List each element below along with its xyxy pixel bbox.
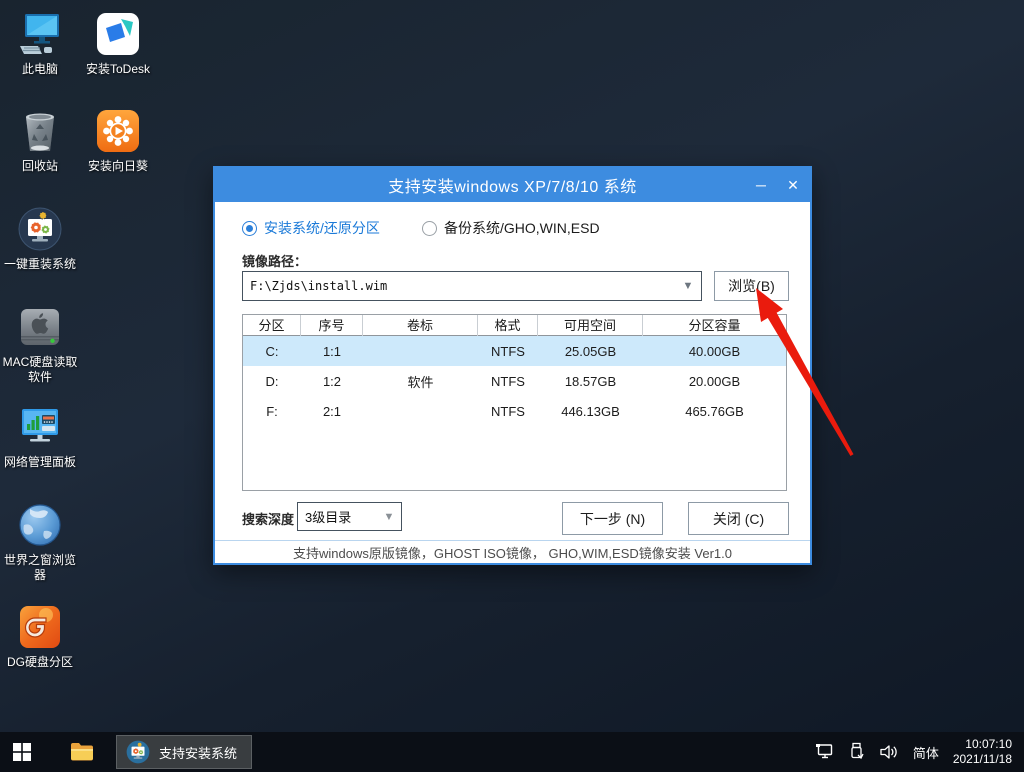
time-text: 10:07:10 xyxy=(953,737,1012,752)
desktop-icon-mac-disk[interactable]: MAC硬盘读取软件 xyxy=(2,303,78,385)
start-button[interactable] xyxy=(0,732,44,772)
desktop-icon-label: 安装向日葵 xyxy=(88,159,148,174)
taskbar-item-installer[interactable]: 支持安装系统 xyxy=(116,735,252,769)
diskgenius-icon xyxy=(16,603,64,651)
close-button[interactable]: ✕ xyxy=(784,177,802,194)
network-panel-icon xyxy=(16,403,64,451)
col-partition: 分区 xyxy=(243,315,301,336)
dialog-footer-text: 支持windows原版镜像，GHOST ISO镜像， GHO,WIM,ESD镜像… xyxy=(215,540,810,563)
desktop-icon-todesk[interactable]: 安装ToDesk xyxy=(80,10,156,77)
dialog-titlebar[interactable]: 支持安装windows XP/7/8/10 系统 ─ ✕ xyxy=(215,168,810,202)
recycle-bin-icon xyxy=(16,107,64,155)
desktop-icon-label: DG硬盘分区 xyxy=(7,655,73,670)
search-depth-label: 搜索深度 xyxy=(242,509,294,528)
taskbar-item-label: 支持安装系统 xyxy=(159,743,237,762)
desktop-icon-recycle-bin[interactable]: 回收站 xyxy=(2,107,78,174)
partition-table-header: 分区 序号 卷标 格式 可用空间 分区容量 xyxy=(243,315,786,336)
desktop-icon-label: 回收站 xyxy=(22,159,58,174)
col-volume: 卷标 xyxy=(363,315,478,336)
col-capacity: 分区容量 xyxy=(643,315,786,336)
folder-icon xyxy=(70,742,94,762)
desktop-icon-sunflower[interactable]: 安装向日葵 xyxy=(80,107,156,174)
radio-install-restore[interactable]: 安装系统/还原分区 xyxy=(242,218,380,238)
installer-dialog: 支持安装windows XP/7/8/10 系统 ─ ✕ 安装系统/还原分区 备… xyxy=(213,166,812,565)
table-row-f[interactable]: F: 2:1 NTFS 446.13GB 465.76GB xyxy=(243,396,786,426)
radio-backup[interactable]: 备份系统/GHO,WIN,ESD xyxy=(422,218,600,238)
desktop-icon-label: 一键重装系统 xyxy=(4,257,76,272)
desktop-icon-label: MAC硬盘读取软件 xyxy=(2,355,78,385)
sunflower-icon xyxy=(94,107,142,155)
clock[interactable]: 10:07:10 2021/11/18 xyxy=(947,737,1024,767)
table-row-c[interactable]: C: 1:1 NTFS 25.05GB 40.00GB xyxy=(243,336,786,366)
windows-logo-icon xyxy=(13,743,31,761)
desktop-icon-label: 世界之窗浏览器 xyxy=(2,553,78,583)
desktop-icon-network-panel[interactable]: 网络管理面板 xyxy=(2,403,78,470)
search-depth-value: 3级目录 xyxy=(298,507,377,526)
mac-disk-reader-icon xyxy=(16,303,64,351)
image-path-value: F:\Zjds\install.wim xyxy=(243,279,675,293)
date-text: 2021/11/18 xyxy=(953,752,1012,767)
image-path-combobox[interactable]: F:\Zjds\install.wim ▼ xyxy=(242,271,702,301)
desktop-icon-this-pc[interactable]: 此电脑 xyxy=(2,10,78,77)
installer-task-icon xyxy=(125,739,151,765)
desktop-icon-world-browser[interactable]: 世界之窗浏览器 xyxy=(2,501,78,583)
minimize-button[interactable]: ─ xyxy=(752,177,770,193)
col-format: 格式 xyxy=(478,315,538,336)
usb-tray-icon[interactable] xyxy=(841,732,873,772)
volume-tray-icon[interactable] xyxy=(873,732,905,772)
desktop-icon-reinstall[interactable]: 一键重装系统 xyxy=(2,205,78,272)
language-indicator[interactable]: 简体 xyxy=(905,743,947,762)
close-dialog-button[interactable]: 关闭 (C) xyxy=(688,502,789,535)
combobox-dropdown-icon[interactable]: ▼ xyxy=(675,280,701,292)
taskbar: 支持安装系统 简体 10:07: xyxy=(0,732,1024,772)
image-path-label: 镜像路径： xyxy=(242,251,307,270)
browse-button[interactable]: 浏览(B) xyxy=(714,271,789,301)
select-dropdown-icon: ▼ xyxy=(377,511,401,523)
desktop-icon-label: 网络管理面板 xyxy=(4,455,76,470)
radio-backup-label: 备份系统/GHO,WIN,ESD xyxy=(444,218,600,238)
one-key-reinstall-icon xyxy=(16,205,64,253)
desktop-icon-dg-partition[interactable]: DG硬盘分区 xyxy=(2,603,78,670)
file-explorer-button[interactable] xyxy=(60,732,104,772)
desktop-icon-label: 此电脑 xyxy=(22,62,58,77)
dialog-title: 支持安装windows XP/7/8/10 系统 xyxy=(388,173,637,197)
radio-selected-icon xyxy=(242,221,257,236)
search-depth-select[interactable]: 3级目录 ▼ xyxy=(297,502,402,531)
partition-table: 分区 序号 卷标 格式 可用空间 分区容量 C: 1:1 NTFS 25.05G… xyxy=(242,314,787,491)
radio-unselected-icon xyxy=(422,221,437,236)
table-row-d[interactable]: D: 1:2 软件 NTFS 18.57GB 20.00GB xyxy=(243,366,786,396)
world-window-browser-icon xyxy=(16,501,64,549)
col-index: 序号 xyxy=(301,315,363,336)
todesk-icon xyxy=(94,10,142,58)
radio-install-label: 安装系统/还原分区 xyxy=(264,218,380,238)
col-free-space: 可用空间 xyxy=(538,315,643,336)
this-pc-icon xyxy=(16,10,64,58)
desktop-icon-label: 安装ToDesk xyxy=(86,62,150,77)
next-step-button[interactable]: 下一步 (N) xyxy=(562,502,663,535)
network-tray-icon[interactable] xyxy=(809,732,841,772)
